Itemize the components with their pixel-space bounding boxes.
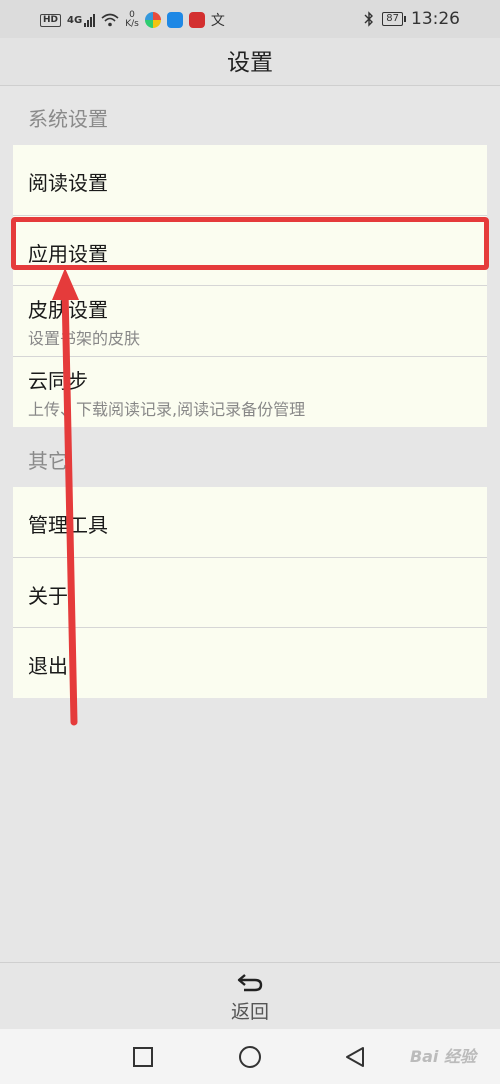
settings-item-cloud-sync[interactable]: 云同步 上传、下载阅读记录,阅读记录备份管理 xyxy=(13,357,487,427)
other-settings-card: 管理工具 关于 退出 xyxy=(13,487,487,698)
settings-item-about[interactable]: 关于 xyxy=(13,558,487,628)
signal-icon xyxy=(84,13,96,27)
item-label: 管理工具 xyxy=(28,513,108,537)
item-sublabel: 上传、下载阅读记录,阅读记录备份管理 xyxy=(28,400,306,419)
section-title-other: 其它 xyxy=(28,449,68,473)
back-arrow-icon[interactable] xyxy=(235,971,265,993)
page-title: 设置 xyxy=(0,38,500,86)
section-title-system: 系统设置 xyxy=(28,107,108,131)
network-speed: 0 K/s xyxy=(125,11,139,29)
watermark: Bai 经验 xyxy=(409,1047,476,1066)
settings-item-skin[interactable]: 皮肤设置 设置书架的皮肤 xyxy=(13,286,487,357)
item-label: 退出 xyxy=(28,654,68,678)
red-app-icon xyxy=(188,12,205,28)
status-bar: HD 4G 0 K/s 文 87 13:26 xyxy=(0,0,500,38)
settings-item-manage-tools[interactable]: 管理工具 xyxy=(13,487,487,558)
back-button-icon[interactable] xyxy=(344,1046,366,1068)
bottom-back-bar[interactable]: 返回 xyxy=(0,962,500,1029)
item-label: 关于 xyxy=(28,584,68,608)
status-time: 13:26 xyxy=(411,9,460,29)
network-type: 4G xyxy=(67,14,83,26)
hd-badge: HD xyxy=(40,13,62,27)
system-settings-card: 阅读设置 应用设置 皮肤设置 设置书架的皮肤 云同步 上传、下载阅读记录,阅读记… xyxy=(13,145,487,427)
item-label: 皮肤设置 xyxy=(28,298,108,322)
back-label[interactable]: 返回 xyxy=(0,997,500,1024)
settings-item-reading[interactable]: 阅读设置 xyxy=(13,145,487,216)
highlight-box xyxy=(11,217,489,270)
recents-button-icon[interactable] xyxy=(132,1046,154,1068)
app-icon-colorful xyxy=(144,12,161,28)
item-label: 云同步 xyxy=(28,369,88,393)
settings-item-exit[interactable]: 退出 xyxy=(13,628,487,698)
shield-app-icon xyxy=(166,12,183,28)
speed-unit: K/s xyxy=(125,19,139,29)
item-label: 阅读设置 xyxy=(28,171,108,195)
battery-icon: 87 xyxy=(382,12,406,26)
text-app-icon: 文 xyxy=(210,13,225,29)
wifi-icon xyxy=(101,13,119,27)
home-button-icon[interactable] xyxy=(238,1046,262,1070)
item-sublabel: 设置书架的皮肤 xyxy=(28,329,141,348)
bluetooth-icon xyxy=(364,11,374,27)
system-nav-bar: Bai 经验 xyxy=(0,1029,500,1084)
